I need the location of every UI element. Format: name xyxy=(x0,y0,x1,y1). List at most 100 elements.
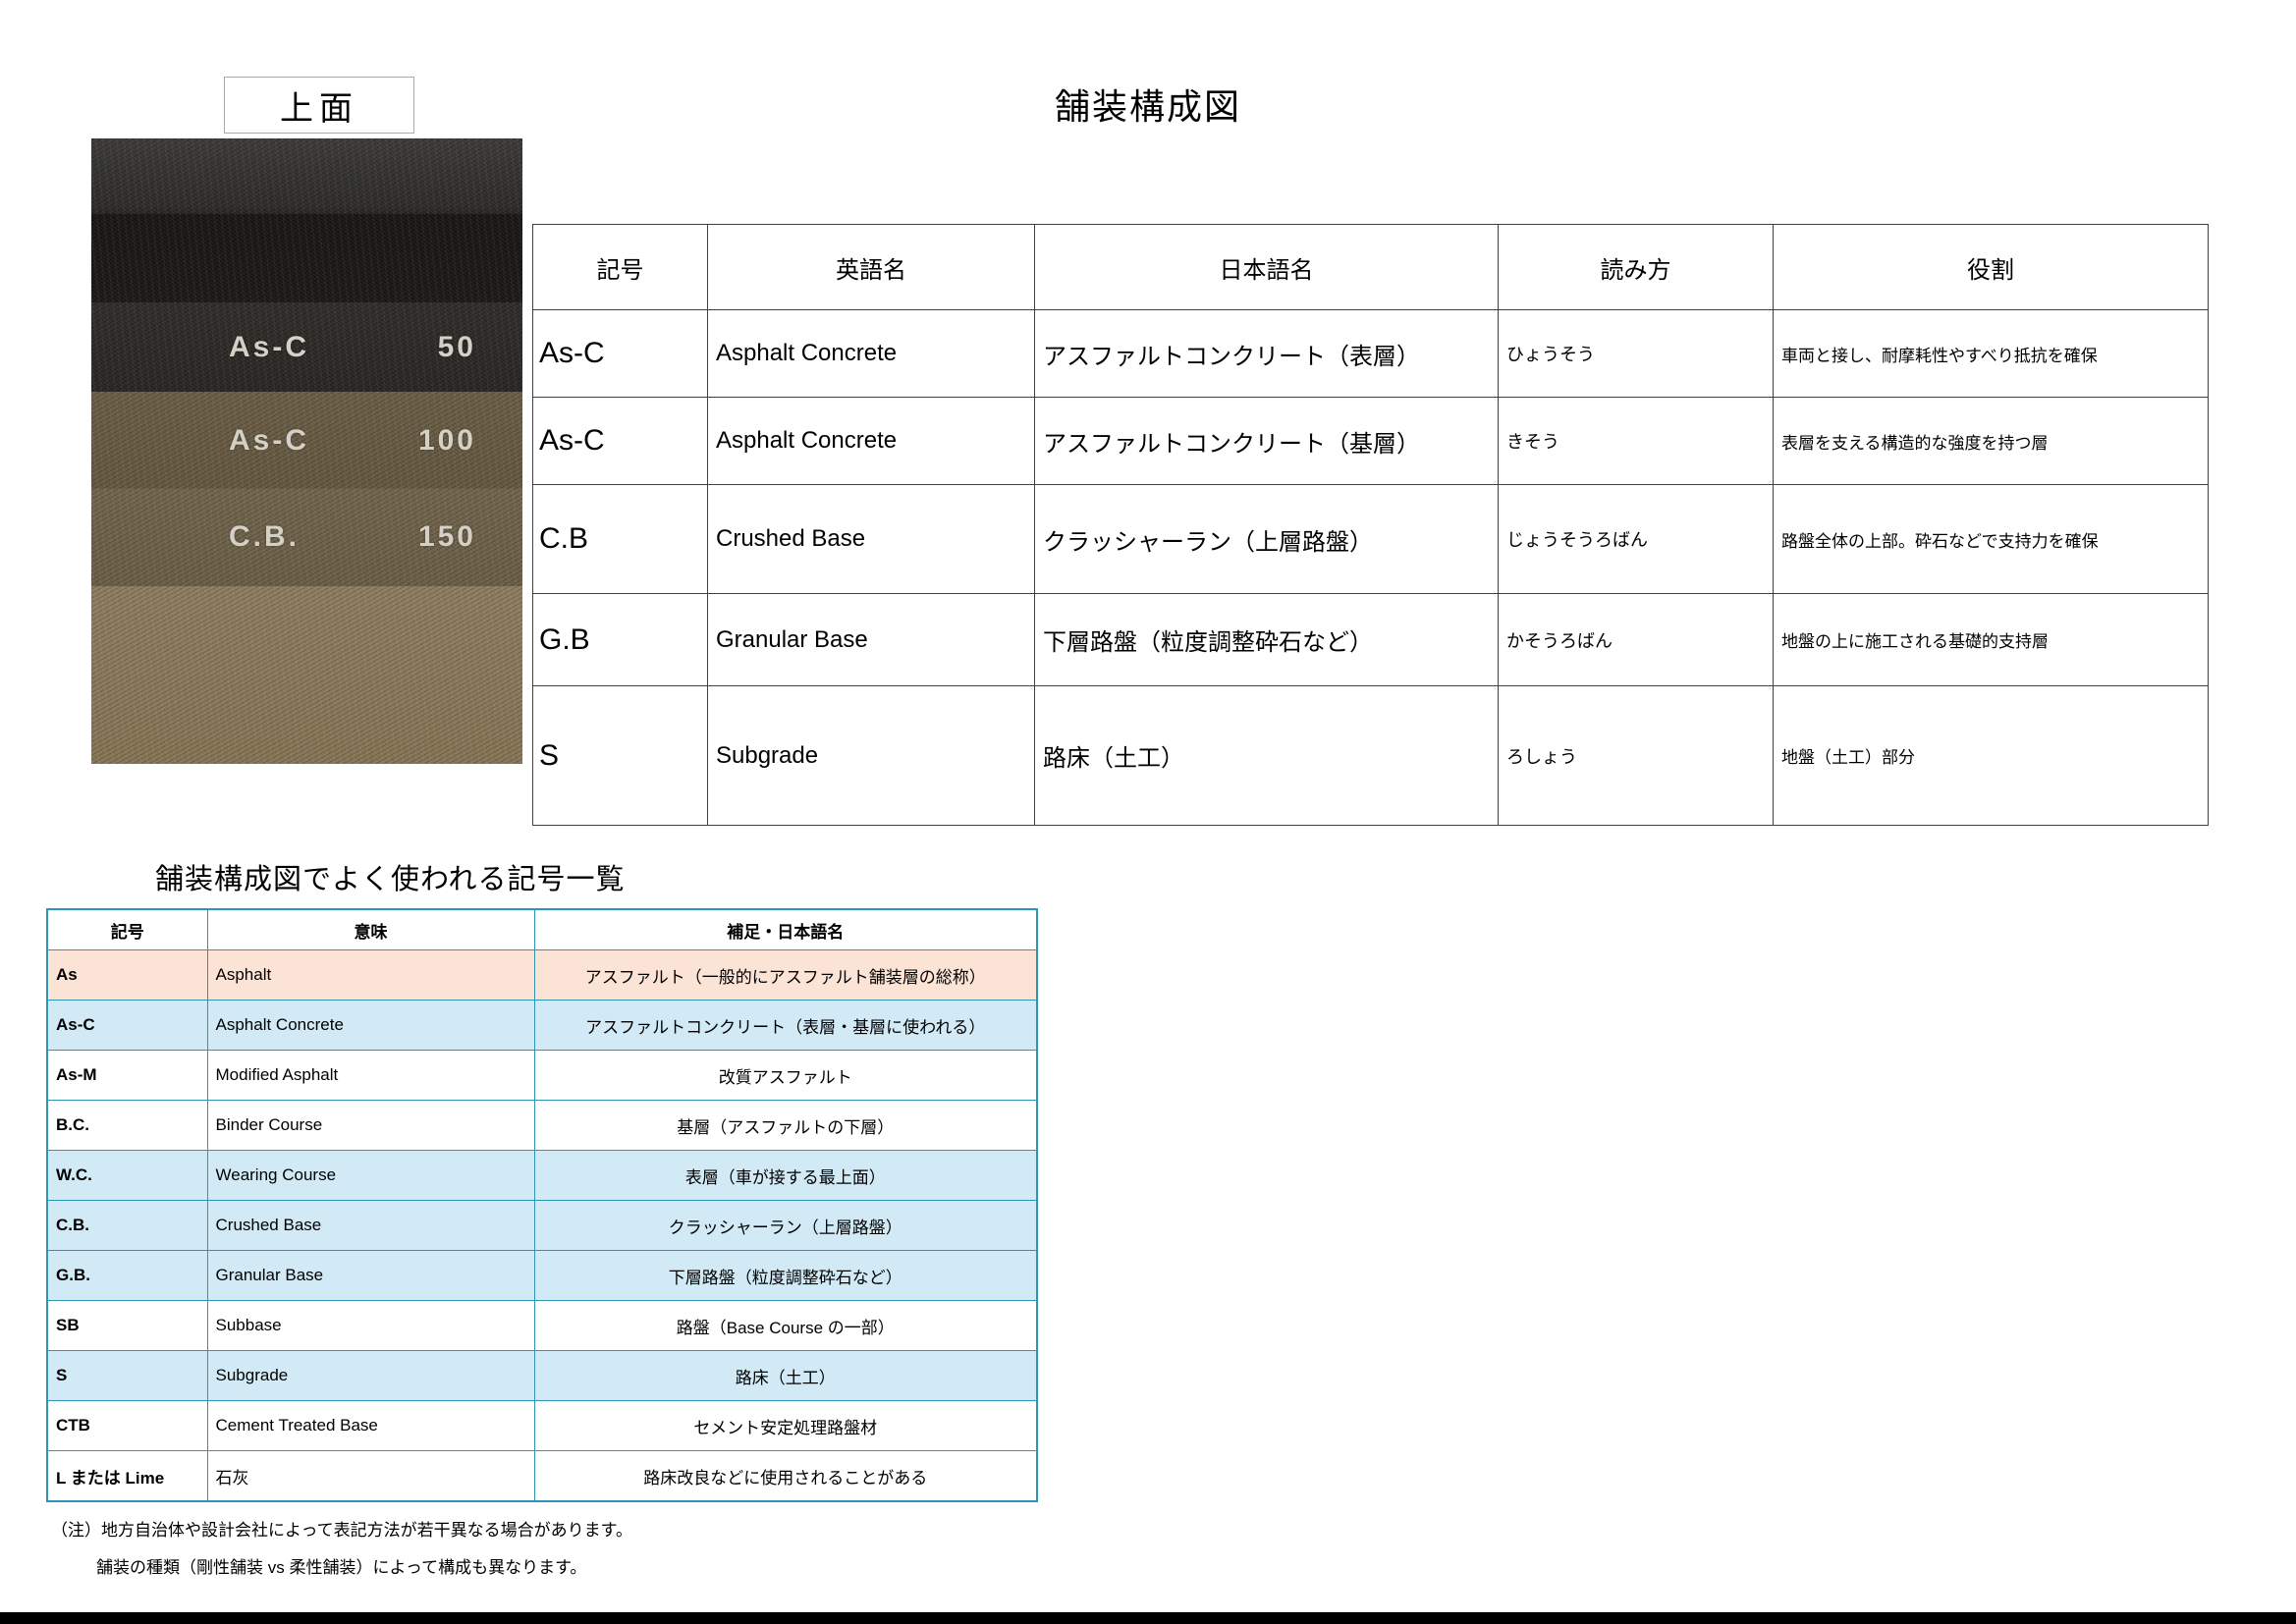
cell-symbol: G.B. xyxy=(46,1250,208,1301)
cell-note: 路床（土工） xyxy=(533,1350,1038,1401)
layer-table-container: 記号 英語名 日本語名 読み方 役割 As-C Asphalt Concrete アスファル… xyxy=(532,224,2209,826)
table-row: C.B Crushed Base クラッシャーラン（上層路盤） じょうそうろばん 路盤全… xyxy=(532,484,2209,594)
cell-note: セメント安定処理路盤材 xyxy=(533,1400,1038,1451)
layer-label: C.B. 150 xyxy=(229,520,476,554)
cell-meaning: Asphalt xyxy=(206,949,535,1001)
symbol-table-container: 記号 意味 補足・日本語名 As Asphalt アスファルト（一般的にアスファルト舗装… xyxy=(46,908,1038,1502)
cell-meaning: Modified Asphalt xyxy=(206,1050,535,1101)
table-row: C.B. Crushed Base クラッシャーラン（上層路盤） xyxy=(46,1200,1038,1251)
cell-english: Asphalt Concrete xyxy=(707,397,1035,485)
cell-english: Crushed Base xyxy=(707,484,1035,594)
cell-reading: じょうそうろばん xyxy=(1498,484,1774,594)
layer-table-header-row: 記号 英語名 日本語名 読み方 役割 xyxy=(532,224,2209,310)
table-row: As Asphalt アスファルト（一般的にアスファルト舗装層の総称） xyxy=(46,949,1038,1001)
column-header: 日本語名 xyxy=(1034,224,1499,310)
layer-table: 記号 英語名 日本語名 読み方 役割 As-C Asphalt Concrete アスファル… xyxy=(532,224,2209,826)
cell-reading: きそう xyxy=(1498,397,1774,485)
symbol-table-header-row: 記号 意味 補足・日本語名 xyxy=(46,908,1038,950)
cell-symbol: G.B xyxy=(532,593,708,686)
cell-meaning: Subgrade xyxy=(206,1350,535,1401)
cell-symbol: L または Lime xyxy=(46,1450,208,1502)
cell-note: 路盤（Base Course の一部） xyxy=(533,1300,1038,1351)
cell-symbol: W.C. xyxy=(46,1150,208,1201)
cell-note: 改質アスファルト xyxy=(533,1050,1038,1101)
layer-symbol: C.B. xyxy=(229,520,300,553)
layer-thickness: 150 xyxy=(417,520,476,553)
cell-english: Asphalt Concrete xyxy=(707,309,1035,398)
cell-japanese: クラッシャーラン（上層路盤） xyxy=(1034,484,1499,594)
bottom-edge-bar xyxy=(0,1612,2296,1624)
cell-meaning: 石灰 xyxy=(206,1450,535,1502)
cell-japanese: 路床（土工） xyxy=(1034,685,1499,826)
cell-symbol: S xyxy=(46,1350,208,1401)
cell-note: 路床改良などに使用されることがある xyxy=(533,1450,1038,1502)
cell-symbol: As-C xyxy=(532,309,708,398)
table-row: G.B Granular Base 下層路盤（粒度調整砕石など） かそうろばん 地盤の上… xyxy=(532,593,2209,686)
cell-english: Granular Base xyxy=(707,593,1035,686)
cell-symbol: B.C. xyxy=(46,1100,208,1151)
cell-japanese: アスファルトコンクリート（基層） xyxy=(1034,397,1499,485)
layer-label: As-C 50 xyxy=(229,331,476,364)
cell-note: クラッシャーラン（上層路盤） xyxy=(533,1200,1038,1251)
cell-note: 基層（アスファルトの下層） xyxy=(533,1100,1038,1151)
symbol-section-heading: 舗装構成図でよく使われる記号一覧 xyxy=(155,864,626,895)
cell-note: アスファルトコンクリート（表層・基層に使われる） xyxy=(533,1000,1038,1051)
column-header: 記号 xyxy=(46,908,208,950)
cell-japanese: 下層路盤（粒度調整砕石など） xyxy=(1034,593,1499,686)
cell-meaning: Asphalt Concrete xyxy=(206,1000,535,1051)
cell-role: 地盤の上に施工される基礎的支持層 xyxy=(1773,593,2209,686)
pavement-photo: As-C 50 As-C 100 C.B. 150 xyxy=(91,138,522,764)
cell-meaning: Crushed Base xyxy=(206,1200,535,1251)
symbol-table: 記号 意味 補足・日本語名 As Asphalt アスファルト（一般的にアスファルト舗装… xyxy=(46,908,1038,1502)
table-row: S Subgrade 路床（土工） xyxy=(46,1350,1038,1401)
cell-english: Subgrade xyxy=(707,685,1035,826)
cell-role: 表層を支える構造的な強度を持つ層 xyxy=(1773,397,2209,485)
cell-symbol: As-M xyxy=(46,1050,208,1101)
column-header: 読み方 xyxy=(1498,224,1774,310)
cell-japanese: アスファルトコンクリート（表層） xyxy=(1034,309,1499,398)
cell-symbol: As-C xyxy=(532,397,708,485)
table-row: B.C. Binder Course 基層（アスファルトの下層） xyxy=(46,1100,1038,1151)
column-header: 補足・日本語名 xyxy=(533,908,1038,950)
column-header: 英語名 xyxy=(707,224,1035,310)
table-row: As-C Asphalt Concrete アスファルトコンクリート（表層） ひょうそ… xyxy=(532,309,2209,398)
cell-meaning: Binder Course xyxy=(206,1100,535,1151)
cell-reading: ろしょう xyxy=(1498,685,1774,826)
cell-meaning: Wearing Course xyxy=(206,1150,535,1201)
cell-role: 地盤（土工）部分 xyxy=(1773,685,2209,826)
cell-role: 路盤全体の上部。砕石などで支持力を確保 xyxy=(1773,484,2209,594)
table-row: As-C Asphalt Concrete アスファルトコンクリート（基層） きそう表… xyxy=(532,397,2209,485)
cell-symbol: As xyxy=(46,949,208,1001)
page-title: 舗装構成図 xyxy=(1054,86,1241,127)
table-row: W.C. Wearing Course 表層（車が接する最上面） xyxy=(46,1150,1038,1201)
column-header: 記号 xyxy=(532,224,708,310)
table-row: S Subgrade 路床（土工） ろしょう 地盤（土工）部分 xyxy=(532,685,2209,826)
table-row: As-M Modified Asphalt 改質アスファルト xyxy=(46,1050,1038,1101)
column-header: 役割 xyxy=(1773,224,2209,310)
cell-symbol: As-C xyxy=(46,1000,208,1051)
cell-reading: ひょうそう xyxy=(1498,309,1774,398)
table-row: As-C Asphalt Concrete アスファルトコンクリート（表層・基層に使… xyxy=(46,1000,1038,1051)
layer-table-body: As-C Asphalt Concrete アスファルトコンクリート（表層） ひょうそ… xyxy=(532,309,2209,826)
cell-meaning: Granular Base xyxy=(206,1250,535,1301)
footnotes: （注）地方自治体や設計会社によって表記方法が若干異なる場合があります。 舗装の種… xyxy=(51,1512,632,1587)
layer-symbol: As-C xyxy=(229,331,310,363)
table-row: SB Subbase 路盤（Base Course の一部） xyxy=(46,1300,1038,1351)
footnote-line: （注）地方自治体や設計会社によって表記方法が若干異なる場合があります。 xyxy=(51,1521,632,1540)
layer-thickness: 50 xyxy=(437,331,476,363)
symbol-table-body: As Asphalt アスファルト（一般的にアスファルト舗装層の総称） As-C Asp… xyxy=(46,949,1038,1502)
cell-note: アスファルト（一般的にアスファルト舗装層の総称） xyxy=(533,949,1038,1001)
cell-symbol: C.B xyxy=(532,484,708,594)
column-header: 意味 xyxy=(206,908,535,950)
cell-note: 表層（車が接する最上面） xyxy=(533,1150,1038,1201)
footnote-line: 舗装の種類（剛性舗装 vs 柔性舗装）によって構成も異なります。 xyxy=(96,1558,587,1577)
cell-note: 下層路盤（粒度調整砕石など） xyxy=(533,1250,1038,1301)
table-row: CTB Cement Treated Base セメント安定処理路盤材 xyxy=(46,1400,1038,1451)
layer-thickness: 100 xyxy=(417,424,476,457)
cell-meaning: Cement Treated Base xyxy=(206,1400,535,1451)
table-row: G.B. Granular Base 下層路盤（粒度調整砕石など） xyxy=(46,1250,1038,1301)
cell-symbol: SB xyxy=(46,1300,208,1351)
layer-label: As-C 100 xyxy=(229,424,476,458)
cell-reading: かそうろばん xyxy=(1498,593,1774,686)
cell-meaning: Subbase xyxy=(206,1300,535,1351)
